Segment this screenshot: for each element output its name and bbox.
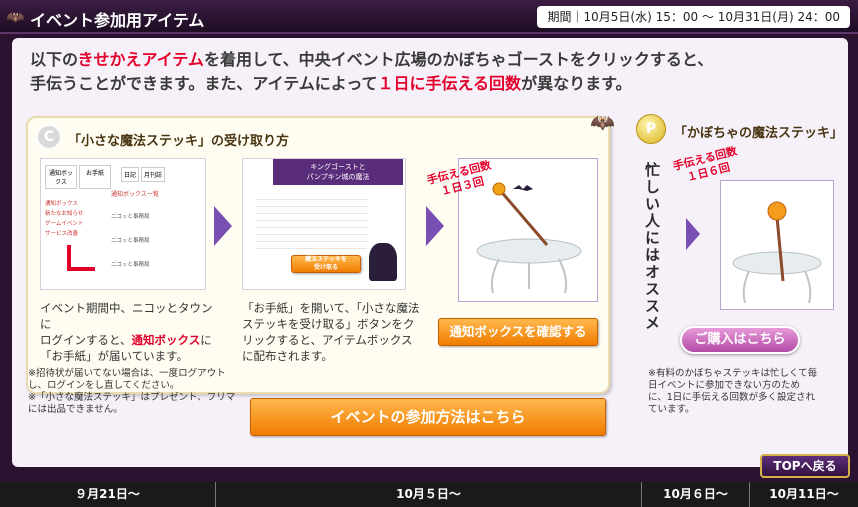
timeline-segment: 10月11日～ — [769, 487, 839, 501]
confirm-notification-button[interactable]: 通知ボックスを確認する — [438, 318, 598, 346]
list-item: 新たなお知らせ — [45, 211, 84, 217]
premium-coin-icon: P — [636, 114, 666, 144]
tab-letter: お手紙 — [79, 165, 111, 189]
recommend-label: 忙しい人にはオススメ — [643, 162, 661, 332]
header-bar: 🦇 イベント参加用アイテム 期間｜10月5日(水) 15：00 ～ 10月31日… — [0, 0, 858, 34]
table-row: ニコッと事務局 — [111, 238, 150, 244]
timeline-segment: 10月５日～ — [216, 482, 642, 507]
tab-diary: 日記 — [121, 167, 140, 182]
red-arrow-icon — [67, 245, 71, 269]
notification-screenshot: 通知ボックス お手紙 日記 月刊誌 通知ボックス一覧 通知ボックス 新たなお知ら… — [40, 158, 206, 290]
main-content: 以下のきせかえアイテムを着用して、中央イベント広場のかぼちゃゴーストをクリックす… — [12, 38, 848, 467]
intro-text: 以下のきせかえアイテムを着用して、中央イベント広場のかぼちゃゴーストをクリックす… — [30, 50, 714, 93]
letter-title: キングゴーストと パンプキン城の魔法 — [273, 159, 403, 185]
free-item-panel: C 「小さな魔法ステッキ」の受け取り方 通知ボックス お手紙 日記 月刊誌 通知… — [26, 116, 610, 394]
invite-note: ※招待状が届いてない場合は、一度ログアウトし、ログインをし直してください。 — [28, 368, 226, 391]
timeline-bar: ９月21日～ 10月５日～ 10月６日～ 10月11日～ — [0, 482, 858, 507]
timeline-segment: 10月６日～ — [642, 482, 750, 507]
witch-icon — [369, 243, 397, 281]
wand-note: ※「小さな魔法ステッキ」はプレゼント、フリマには出品できません。 — [28, 392, 236, 415]
table-row: ニコッと事務局 — [111, 262, 150, 268]
event-howto-button[interactable]: イベントの参加方法はこちら — [250, 398, 606, 436]
bat-icon: 🦇 — [6, 8, 25, 26]
purchase-button[interactable]: ご購入はこちら — [680, 326, 800, 354]
paid-arrow-icon — [686, 218, 700, 250]
paid-item-title: 「かぼちゃの魔法ステッキ」 — [674, 126, 844, 141]
step1-description: イベント期間中、ニコッとタウンに ログインすると、通知ボックスに 「お手紙」が届… — [40, 301, 213, 363]
step-arrow-icon — [426, 206, 444, 246]
step2-description: 「お手紙」を開いて、「小さな魔法ステッキを受け取る」ボタンをクリックすると、アイ… — [242, 301, 420, 363]
list-item: 通知ボックス — [45, 201, 78, 207]
timeline-segment: ９月21日～ — [0, 482, 216, 507]
pumpkin-wand-image — [720, 180, 834, 310]
list-title: 通知ボックス一覧 — [111, 191, 159, 198]
step-icon: C — [36, 124, 62, 150]
bat-icon: 🦇 — [590, 110, 615, 134]
receive-wand-thumb-button: 魔法ステッキを 受け取る — [291, 255, 361, 273]
paid-note: ※有料のかぼちゃステッキは忙しくて毎日イベントに参加できない方のために、1日に手… — [648, 368, 818, 415]
list-item: ゲームイベント — [45, 221, 84, 227]
page-title: イベント参加用アイテム — [30, 11, 205, 30]
step-arrow-icon — [214, 206, 232, 246]
list-item: サービス改善 — [45, 231, 79, 237]
tab-magazine: 月刊誌 — [141, 167, 166, 182]
letter-screenshot: キングゴーストと パンプキン城の魔法 魔法ステッキを 受け取る — [242, 158, 406, 290]
table-row: ニコッと事務局 — [111, 214, 150, 220]
event-period: 期間｜10月5日(水) 15：00 ～ 10月31日(月) 24：00 — [537, 6, 850, 28]
top-return-button[interactable]: TOPへ戻る — [760, 454, 850, 478]
panel-title: 「小さな魔法ステッキ」の受け取り方 — [68, 134, 290, 149]
tab-notify: 通知ボックス — [45, 165, 77, 189]
